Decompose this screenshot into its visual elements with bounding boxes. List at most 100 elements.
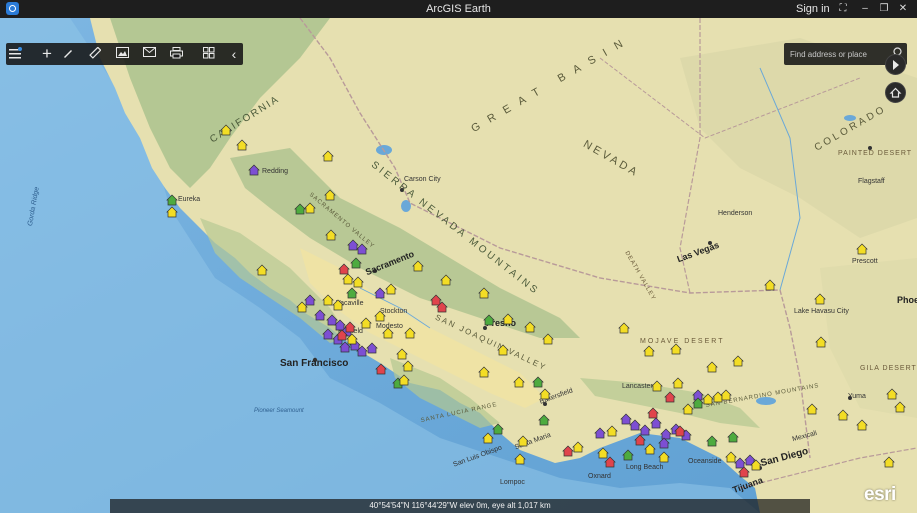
map-marker-icon bbox=[220, 124, 232, 136]
navigate-arrow-icon bbox=[893, 60, 899, 70]
map-marker-icon bbox=[346, 287, 358, 299]
map-marker-icon bbox=[712, 391, 724, 403]
esri-logo: esri bbox=[864, 484, 896, 505]
map-marker-icon bbox=[375, 363, 387, 375]
map-marker-icon bbox=[248, 164, 260, 176]
map-marker-icon bbox=[304, 202, 316, 214]
print-icon[interactable] bbox=[170, 44, 192, 64]
map-marker-icon bbox=[894, 401, 906, 413]
map-marker-icon bbox=[352, 276, 364, 288]
map-marker-icon bbox=[478, 366, 490, 378]
close-icon[interactable]: ✕ bbox=[896, 2, 910, 16]
map-marker-icon bbox=[396, 348, 408, 360]
map-marker-icon bbox=[492, 423, 504, 435]
map-marker-icon bbox=[342, 273, 354, 285]
map-marker-icon bbox=[513, 376, 525, 388]
map-marker-icon bbox=[398, 374, 410, 386]
map-marker-icon bbox=[597, 447, 609, 459]
map-marker-icon bbox=[356, 243, 368, 255]
map-marker-icon bbox=[629, 419, 641, 431]
map-marker-icon bbox=[402, 360, 414, 372]
map-marker-icon bbox=[725, 451, 737, 463]
marker-layer bbox=[166, 124, 906, 478]
map-marker-icon bbox=[764, 279, 776, 291]
map-marker-icon bbox=[702, 393, 714, 405]
map-marker-icon bbox=[350, 257, 362, 269]
map-marker-icon bbox=[325, 229, 337, 241]
map-marker-icon bbox=[322, 328, 334, 340]
map-marker-icon bbox=[658, 437, 670, 449]
map-marker-icon bbox=[483, 314, 495, 326]
map-marker-icon bbox=[539, 388, 551, 400]
map-marker-icon bbox=[647, 407, 659, 419]
map-marker-icon bbox=[814, 293, 826, 305]
window-title: ArcGIS Earth bbox=[426, 3, 491, 15]
measure-icon[interactable] bbox=[89, 44, 111, 64]
sign-in-link[interactable]: Sign in bbox=[796, 3, 830, 15]
map-marker-icon bbox=[883, 456, 895, 468]
draw-icon[interactable] bbox=[62, 44, 84, 64]
map-marker-icon bbox=[347, 239, 359, 251]
map-marker-icon bbox=[672, 377, 684, 389]
collapse-icon[interactable]: ‹ bbox=[223, 44, 245, 64]
map-marker-icon bbox=[650, 417, 662, 429]
map-marker-icon bbox=[604, 456, 616, 468]
home-button[interactable] bbox=[885, 82, 906, 103]
image-icon[interactable] bbox=[116, 44, 138, 64]
map-marker-icon bbox=[294, 203, 306, 215]
restore-icon[interactable]: ❐ bbox=[877, 2, 891, 16]
add-icon[interactable]: + bbox=[36, 44, 58, 64]
map-marker-icon bbox=[338, 263, 350, 275]
main-toolbar: + ‹ bbox=[6, 43, 243, 65]
navigate-button[interactable] bbox=[885, 54, 906, 75]
map-marker-icon bbox=[806, 403, 818, 415]
map-marker-icon bbox=[664, 391, 676, 403]
map-marker-icon bbox=[660, 428, 672, 440]
map-marker-icon bbox=[514, 453, 526, 465]
map-marker-icon bbox=[706, 361, 718, 373]
map-marker-icon bbox=[639, 424, 651, 436]
map-marker-icon bbox=[856, 419, 868, 431]
map-marker-icon bbox=[670, 343, 682, 355]
map-marker-icon bbox=[482, 432, 494, 444]
map-marker-icon bbox=[651, 380, 663, 392]
grid-icon[interactable] bbox=[203, 44, 225, 64]
map-marker-icon bbox=[296, 301, 308, 313]
map-marker-icon bbox=[430, 294, 442, 306]
map-marker-icon bbox=[618, 322, 630, 334]
map-marker-icon bbox=[886, 388, 898, 400]
fullscreen-icon[interactable]: ⛶ bbox=[836, 2, 850, 16]
map-marker-icon bbox=[304, 294, 316, 306]
map-marker-icon bbox=[634, 434, 646, 446]
home-icon bbox=[889, 87, 902, 98]
map-marker-icon bbox=[837, 409, 849, 421]
layers-icon[interactable] bbox=[8, 44, 30, 64]
map-marker-icon bbox=[856, 243, 868, 255]
map-marker-icon bbox=[606, 425, 618, 437]
map-view[interactable]: CALIFORNIA SIERRA NEVADA MOUNTAINS NEVAD… bbox=[0, 18, 917, 513]
title-bar: ArcGIS Earth Sign in ⛶ – ❐ ✕ bbox=[0, 0, 917, 18]
map-marker-icon bbox=[344, 321, 356, 333]
minimize-icon[interactable]: – bbox=[858, 2, 872, 16]
map-marker-icon bbox=[594, 427, 606, 439]
map-marker-icon bbox=[720, 389, 732, 401]
map-marker-icon bbox=[374, 287, 386, 299]
mail-icon[interactable] bbox=[143, 44, 165, 64]
map-marker-icon bbox=[385, 283, 397, 295]
map-marker-icon bbox=[334, 319, 346, 331]
map-marker-icon bbox=[732, 355, 744, 367]
map-marker-icon bbox=[524, 321, 536, 333]
map-marker-icon bbox=[382, 327, 394, 339]
map-marker-icon bbox=[532, 376, 544, 388]
search-input[interactable] bbox=[788, 45, 888, 63]
map-marker-icon bbox=[374, 310, 386, 322]
map-marker-icon bbox=[562, 445, 574, 457]
map-marker-icon bbox=[166, 194, 178, 206]
map-marker-icon bbox=[622, 449, 634, 461]
map-marker-icon bbox=[658, 451, 670, 463]
map-marker-icon bbox=[366, 342, 378, 354]
map-marker-icon bbox=[815, 336, 827, 348]
map-marker-icon bbox=[738, 466, 750, 478]
map-marker-icon bbox=[727, 431, 739, 443]
map-marker-icon bbox=[682, 403, 694, 415]
